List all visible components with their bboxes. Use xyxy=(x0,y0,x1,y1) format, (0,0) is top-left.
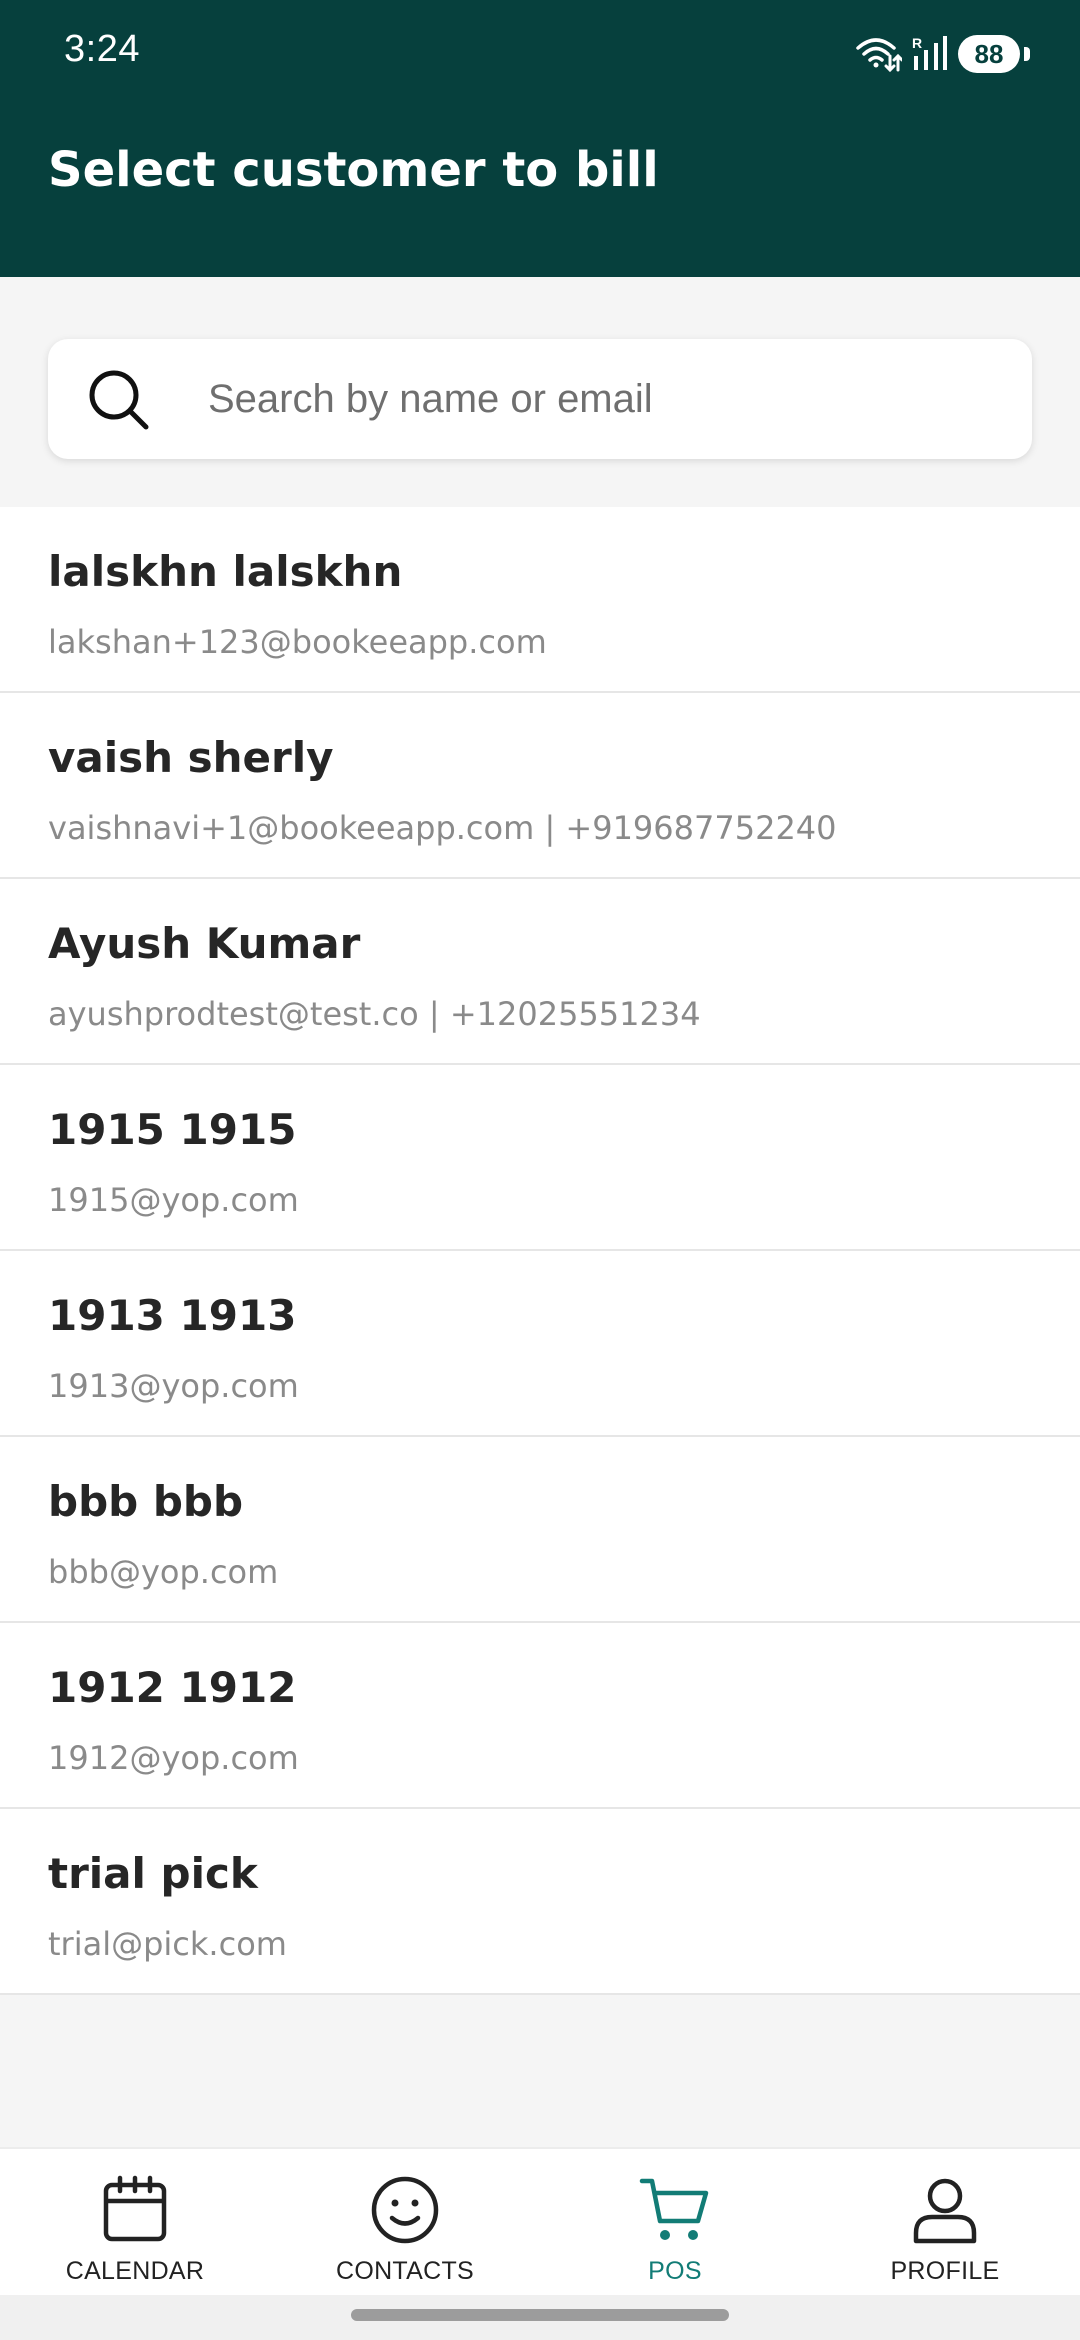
customer-row[interactable]: Ayush Kumar ayushprodtest@test.co | +120… xyxy=(0,879,1080,1065)
customer-contact-info: 1913@yop.com xyxy=(48,1367,299,1405)
svg-text:R: R xyxy=(912,35,922,51)
customer-row[interactable]: bbb bbb bbb@yop.com xyxy=(0,1437,1080,1623)
customer-contact-info: 1912@yop.com xyxy=(48,1739,299,1777)
customer-contact-info: bbb@yop.com xyxy=(48,1553,279,1591)
customer-contact-info: lakshan+123@bookeeapp.com xyxy=(48,623,547,661)
customer-contact-info: vaishnavi+1@bookeeapp.com | +91968775224… xyxy=(48,809,837,847)
nav-item-contacts[interactable]: CONTACTS xyxy=(270,2149,540,2297)
customer-name: vaish sherly xyxy=(48,733,334,782)
search-icon xyxy=(86,367,152,433)
nav-item-calendar[interactable]: CALENDAR xyxy=(0,2149,270,2297)
nav-label: POS xyxy=(648,2257,702,2285)
customer-name: lalskhn lalskhn xyxy=(48,547,403,596)
customer-row[interactable]: vaish sherly vaishnavi+1@bookeeapp.com |… xyxy=(0,693,1080,879)
customer-name: bbb bbb xyxy=(48,1477,244,1526)
search-area xyxy=(0,277,1080,507)
nav-label: CALENDAR xyxy=(65,2257,205,2285)
status-time: 3:24 xyxy=(64,28,140,70)
page-title: Select customer to bill xyxy=(48,142,659,198)
user-icon xyxy=(908,2173,982,2247)
customer-name: trial pick xyxy=(48,1849,258,1898)
nav-item-pos[interactable]: POS xyxy=(540,2149,810,2297)
battery-icon: 88 xyxy=(958,35,1030,73)
smiley-icon xyxy=(368,2173,442,2247)
signal-icon: R xyxy=(912,34,948,74)
app-header: 3:24 R 88 Select customer to bill xyxy=(0,0,1080,277)
wifi-data-icon xyxy=(854,34,902,74)
customer-contact-info: ayushprodtest@test.co | +12025551234 xyxy=(48,995,701,1033)
cart-icon xyxy=(638,2173,712,2247)
customer-row[interactable]: 1915 1915 1915@yop.com xyxy=(0,1065,1080,1251)
customer-contact-info: trial@pick.com xyxy=(48,1925,287,1963)
customer-name: 1912 1912 xyxy=(48,1663,297,1712)
status-icons: R 88 xyxy=(854,30,1030,78)
customer-name: 1913 1913 xyxy=(48,1291,297,1340)
customer-row[interactable]: 1913 1913 1913@yop.com xyxy=(0,1251,1080,1437)
nav-label: PROFILE xyxy=(890,2257,1000,2285)
bottom-navigation: CALENDAR CONTACTS POS PROFILE xyxy=(0,2147,1080,2297)
customer-name: 1915 1915 xyxy=(48,1105,297,1154)
search-box[interactable] xyxy=(48,339,1032,459)
home-gesture-bar[interactable] xyxy=(351,2309,729,2321)
customer-row[interactable]: lalskhn lalskhn lakshan+123@bookeeapp.co… xyxy=(0,507,1080,693)
calendar-icon xyxy=(98,2173,172,2247)
customer-name: Ayush Kumar xyxy=(48,919,361,968)
customer-list: lalskhn lalskhn lakshan+123@bookeeapp.co… xyxy=(0,507,1080,1995)
gesture-area xyxy=(0,2295,1080,2340)
search-input[interactable] xyxy=(208,367,988,431)
customer-contact-info: 1915@yop.com xyxy=(48,1181,299,1219)
nav-label: CONTACTS xyxy=(335,2257,475,2285)
customer-row[interactable]: 1912 1912 1912@yop.com xyxy=(0,1623,1080,1809)
customer-row[interactable]: trial pick trial@pick.com xyxy=(0,1809,1080,1995)
nav-item-profile[interactable]: PROFILE xyxy=(810,2149,1080,2297)
